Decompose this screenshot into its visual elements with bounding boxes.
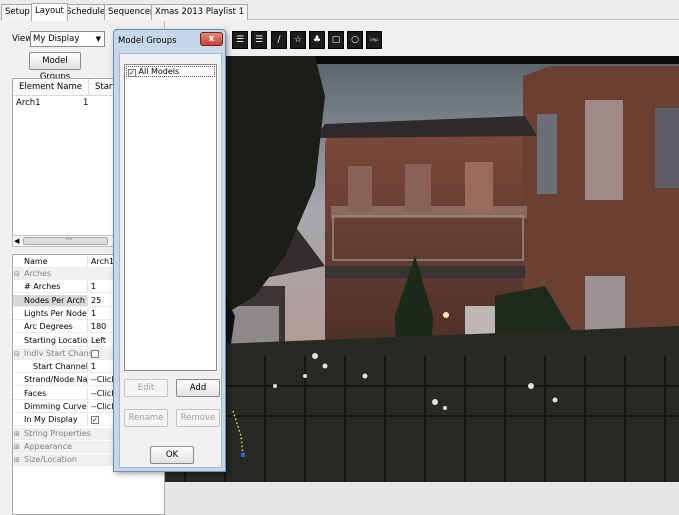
circle-icon[interactable]: ○ bbox=[347, 31, 363, 49]
grip-icon: ⋯ bbox=[65, 235, 73, 243]
scrollbar-thumb[interactable]: ⋯ bbox=[23, 235, 108, 245]
property-name: Arc Degrees bbox=[13, 321, 88, 334]
house-background-image bbox=[165, 56, 679, 515]
list-item[interactable]: ✓ All Models bbox=[126, 66, 215, 77]
tab-sequencer[interactable]: Sequencer bbox=[104, 4, 158, 20]
column-header-element-name[interactable]: Element Name bbox=[13, 79, 89, 96]
property-name: Lights Per Node bbox=[13, 307, 88, 320]
add-button[interactable]: Add bbox=[176, 379, 220, 397]
property-name: Nodes Per Arch bbox=[13, 294, 88, 307]
checkbox-icon[interactable]: ✓ bbox=[91, 416, 99, 425]
group-label: All Models bbox=[138, 67, 180, 76]
tab-bar: Setup Layout Schedule Sequencer Xmas 201… bbox=[0, 0, 679, 21]
tree-icon[interactable]: ♣ bbox=[309, 31, 325, 49]
layout-preview[interactable] bbox=[165, 56, 679, 515]
property-name: Name bbox=[13, 256, 88, 268]
property-name: Starting Location bbox=[13, 334, 88, 347]
property-name: In My Display bbox=[13, 414, 88, 427]
edit-button[interactable]: Edit bbox=[124, 379, 168, 397]
ok-button[interactable]: OK bbox=[150, 446, 194, 464]
tab-setup[interactable]: Setup bbox=[1, 4, 34, 20]
dialog-body: ✓ All Models Edit Add Rename Remove OK bbox=[119, 53, 222, 468]
chevron-down-icon: ▼ bbox=[95, 35, 101, 43]
scroll-left-arrow-icon[interactable]: ◀ bbox=[14, 236, 19, 246]
element-name-cell: Arch1 bbox=[16, 98, 41, 108]
tab-layout[interactable]: Layout bbox=[31, 3, 68, 21]
checkbox-icon[interactable] bbox=[91, 349, 99, 358]
remove-button[interactable]: Remove bbox=[176, 409, 220, 427]
group-checkbox[interactable]: ✓ bbox=[128, 69, 136, 77]
star-icon[interactable]: ☆ bbox=[290, 31, 306, 49]
view-select-value: My Display bbox=[33, 34, 80, 44]
property-name: # Arches bbox=[13, 281, 88, 294]
model-groups-dialog: Model Groups x ✓ All Models Edit Add Ren… bbox=[113, 29, 226, 472]
property-name: Faces bbox=[13, 387, 88, 400]
dialog-title: Model Groups bbox=[118, 36, 177, 46]
property-name: Start Channel bbox=[13, 361, 88, 374]
rename-button[interactable]: Rename bbox=[124, 409, 168, 427]
list-icon[interactable]: ☰ bbox=[232, 31, 248, 49]
element-start-cell: 1 bbox=[83, 98, 89, 108]
close-icon[interactable]: x bbox=[200, 32, 223, 46]
list-icon[interactable]: ☰ bbox=[251, 31, 267, 49]
tab-playlist[interactable]: Xmas 2013 Playlist 1 bbox=[151, 4, 249, 20]
view-select[interactable]: My Display ▼ bbox=[30, 31, 105, 47]
toolbar: ▦▦☰☰/☆♣▢○imp bbox=[166, 29, 679, 54]
model-groups-list[interactable]: ✓ All Models bbox=[124, 64, 217, 371]
model-groups-button[interactable]: Model Groups bbox=[29, 52, 81, 82]
property-name: Strand/Node Names bbox=[13, 374, 88, 387]
line-icon[interactable]: / bbox=[271, 31, 287, 49]
tab-schedule[interactable]: Schedule bbox=[62, 4, 110, 20]
property-name: Dimming Curves bbox=[13, 401, 88, 413]
import-icon[interactable]: imp bbox=[366, 31, 382, 49]
matrix-icon[interactable]: ▢ bbox=[328, 31, 344, 49]
